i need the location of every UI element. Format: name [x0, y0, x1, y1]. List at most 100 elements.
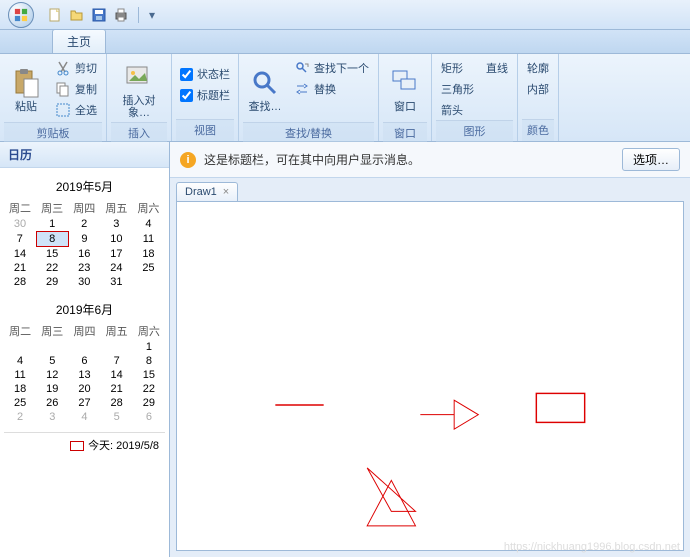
print-icon[interactable]: [112, 6, 130, 24]
calendar-day[interactable]: 25: [132, 261, 164, 275]
find-label: 查找…: [249, 101, 282, 113]
insert-object-button[interactable]: 插入对象…: [111, 58, 167, 122]
calendar-day[interactable]: 27: [68, 396, 100, 410]
separator: [138, 7, 139, 23]
calendar-day[interactable]: 23: [68, 261, 100, 275]
calendar-day[interactable]: 6: [68, 354, 100, 368]
calendar-day[interactable]: 10: [100, 232, 132, 247]
calendar-day[interactable]: 21: [4, 261, 36, 275]
triangle-button[interactable]: 三角形: [436, 79, 479, 99]
calendar-day[interactable]: 9: [68, 232, 100, 247]
calendar-day[interactable]: 7: [101, 354, 133, 368]
new-icon[interactable]: [46, 6, 64, 24]
outline-button[interactable]: 轮廓: [522, 58, 554, 78]
calendar-day[interactable]: 22: [133, 382, 165, 396]
calendar-day[interactable]: 15: [36, 247, 68, 262]
close-tab-icon[interactable]: ×: [223, 186, 229, 198]
calendar-day[interactable]: [132, 275, 164, 289]
calendar-day[interactable]: 3: [36, 410, 68, 424]
calendar-day[interactable]: 2: [68, 217, 100, 232]
calendar-day[interactable]: 25: [4, 396, 36, 410]
replace-button[interactable]: 替换: [289, 79, 374, 99]
calendar-day[interactable]: [36, 340, 68, 354]
calendar-day[interactable]: 29: [133, 396, 165, 410]
line-button[interactable]: 直线: [481, 58, 513, 78]
calendar-day[interactable]: 2: [4, 410, 36, 424]
quick-access-toolbar: ▾: [46, 6, 157, 24]
calendar-day[interactable]: 8: [36, 232, 68, 247]
rect-button[interactable]: 矩形: [436, 58, 479, 78]
app-menu-orb[interactable]: [8, 2, 34, 28]
calendar-day[interactable]: 17: [100, 247, 132, 262]
calendar-day[interactable]: 28: [101, 396, 133, 410]
calendar-day[interactable]: 5: [36, 354, 68, 368]
calendar-day[interactable]: 31: [100, 275, 132, 289]
calendar-day[interactable]: 22: [36, 261, 68, 275]
group-findreplace-label: 查找/替换: [243, 122, 374, 144]
calendar-day[interactable]: 14: [101, 368, 133, 382]
window-label: 窗口: [394, 101, 416, 113]
calendar-day[interactable]: 14: [4, 247, 36, 262]
calendar-day[interactable]: 7: [4, 232, 36, 247]
shape-arrow[interactable]: [420, 400, 478, 429]
calendar-day[interactable]: 28: [4, 275, 36, 289]
calendar-day[interactable]: 18: [132, 247, 164, 262]
paste-button[interactable]: 粘贴: [4, 58, 48, 122]
fill-button[interactable]: 内部: [522, 79, 554, 99]
calendar-day[interactable]: 30: [4, 217, 36, 232]
calendar-day[interactable]: [101, 340, 133, 354]
find-icon: [249, 67, 281, 99]
titlebar-checkbox[interactable]: 标题栏: [176, 85, 234, 105]
calendar-day[interactable]: 16: [68, 247, 100, 262]
shape-triangle[interactable]: [367, 480, 415, 525]
statusbar-checkbox[interactable]: 状态栏: [176, 64, 234, 84]
calendar-dow: 周六: [132, 199, 164, 217]
calendar-day[interactable]: 18: [4, 382, 36, 396]
shape-rect[interactable]: [536, 393, 584, 422]
group-color: 轮廓 内部 颜色: [518, 54, 559, 141]
arrow-button[interactable]: 箭头: [436, 100, 479, 120]
calendar-day[interactable]: [4, 340, 36, 354]
selectall-button[interactable]: 全选: [50, 100, 102, 120]
calendar-day[interactable]: 6: [133, 410, 165, 424]
calendar-june: 2019年6月 周二周三周四周五周六1456781112131415181920…: [4, 297, 165, 424]
open-icon[interactable]: [68, 6, 86, 24]
calendar-day[interactable]: 4: [68, 410, 100, 424]
calendar-day[interactable]: 13: [68, 368, 100, 382]
shape-triangle[interactable]: [367, 468, 415, 512]
calendar-day[interactable]: 26: [36, 396, 68, 410]
calendar-day[interactable]: 20: [68, 382, 100, 396]
calendar-day[interactable]: [68, 340, 100, 354]
calendar-day[interactable]: 5: [101, 410, 133, 424]
calendar-day[interactable]: 30: [68, 275, 100, 289]
tab-home[interactable]: 主页: [52, 29, 106, 53]
calendar-day[interactable]: 1: [133, 340, 165, 354]
drawing-canvas[interactable]: [176, 201, 684, 551]
calendar-day[interactable]: 12: [36, 368, 68, 382]
calendar-day[interactable]: 15: [133, 368, 165, 382]
calendar-dow: 周三: [36, 199, 68, 217]
replace-icon: [294, 81, 310, 97]
calendar-day[interactable]: 3: [100, 217, 132, 232]
calendar-day[interactable]: 21: [101, 382, 133, 396]
calendar-day[interactable]: 29: [36, 275, 68, 289]
find-button[interactable]: 查找…: [243, 58, 287, 122]
calendar-day[interactable]: 19: [36, 382, 68, 396]
calendar-day[interactable]: 11: [132, 232, 164, 247]
tab-draw1[interactable]: Draw1 ×: [176, 182, 238, 201]
calendar-day[interactable]: 1: [36, 217, 68, 232]
info-message: 这是标题栏，可在其中向用户显示消息。: [204, 151, 614, 168]
calendar-day[interactable]: 4: [132, 217, 164, 232]
cut-button[interactable]: 剪切: [50, 58, 102, 78]
calendar-day[interactable]: 4: [4, 354, 36, 368]
window-button[interactable]: 窗口: [383, 58, 427, 122]
calendar-day[interactable]: 8: [133, 354, 165, 368]
save-icon[interactable]: [90, 6, 108, 24]
options-button[interactable]: 选项…: [622, 148, 680, 171]
calendar-day[interactable]: 11: [4, 368, 36, 382]
calendar-today[interactable]: 今天: 2019/5/8: [4, 432, 165, 453]
findnext-button[interactable]: 查找下一个: [289, 58, 374, 78]
copy-button[interactable]: 复制: [50, 79, 102, 99]
calendar-day[interactable]: 24: [100, 261, 132, 275]
qat-dropdown-icon[interactable]: ▾: [147, 6, 157, 24]
